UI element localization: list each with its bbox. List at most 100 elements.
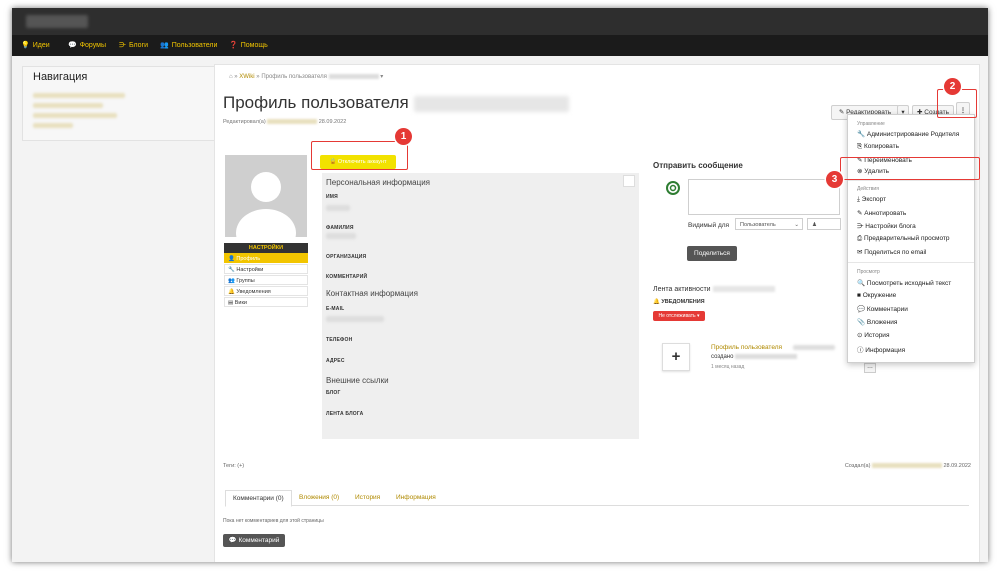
first-name-label: ИМЯ (326, 194, 338, 200)
menu-item-blog-settings[interactable]: ⋺ Настройки блога (857, 222, 916, 230)
user-silhouette-icon (225, 155, 307, 237)
annotation-badge-3: 3 (826, 171, 843, 188)
highlight-disable-account (311, 141, 408, 170)
user-name-blurred (413, 95, 569, 112)
menu-item-blogs[interactable]: ⋺ Блоги (119, 41, 148, 49)
user-avatar-icon (666, 181, 680, 195)
message-textarea[interactable] (688, 179, 840, 215)
nav-link[interactable] (33, 113, 117, 118)
add-icon[interactable]: + (662, 343, 690, 371)
menu-label: Форумы (79, 42, 107, 49)
home-icon[interactable]: ⌂ (229, 74, 233, 80)
notifications-label: 🔔 УВЕДОМЛЕНИЯ (653, 299, 705, 305)
menu-item-help[interactable]: ❓ Помощь (229, 41, 268, 49)
breadcrumb-page[interactable]: Профиль пользователя (261, 74, 327, 80)
creator-name[interactable] (871, 463, 942, 469)
menu-item-history[interactable]: ⊙ История (857, 331, 889, 339)
first-name-value (326, 205, 350, 211)
settings-item-profile[interactable]: 👤 Профиль (224, 253, 308, 263)
unwatch-button[interactable]: Не отслеживать ▾ (653, 311, 705, 321)
activity-user-blurred (712, 286, 775, 293)
edited-date: 28.09.2022 (318, 119, 347, 125)
settings-item-wiki[interactable]: ▤ Вики (224, 297, 308, 307)
highlight-delete-item (840, 157, 980, 180)
menu-label: Пользователи (171, 42, 218, 49)
menu-item-view-source[interactable]: 🔍 Посмотреть исходный текст (857, 279, 951, 287)
page-tabs: Комментарии (0) Вложения (0) История Инф… (225, 490, 969, 507)
nav-link[interactable] (33, 123, 73, 128)
settings-header: НАСТРОЙКИ (224, 243, 308, 253)
page-subtitle: Редактировал(а) 28.09.2022 (223, 119, 346, 125)
menu-label: Блоги (129, 42, 149, 49)
menu-item-attachments[interactable]: 📎 Вложения (857, 318, 897, 326)
menu-label: Помощь (240, 42, 268, 49)
settings-item-preferences[interactable]: 🔧 Настройки (224, 264, 308, 274)
users-icon: 👥 (160, 42, 169, 49)
menu-item-users[interactable]: 👥 Пользователи (160, 41, 217, 49)
settings-item-notifications[interactable]: 🔔 Уведомления (224, 286, 308, 296)
menu-section-actions: Действия (857, 186, 879, 192)
organization-label: ОРГАНИЗАЦИЯ (326, 254, 367, 260)
help-icon: ❓ (229, 42, 238, 49)
menu-item-forums[interactable]: 💬 Форумы (68, 41, 106, 49)
lightbulb-icon: 💡 (21, 42, 30, 49)
tab-information[interactable]: Информация (389, 490, 443, 505)
visibility-select[interactable]: Пользователь ⌄ (735, 218, 803, 230)
menu-divider (848, 180, 974, 181)
annotation-badge-1: 1 (395, 128, 412, 145)
last-name-value (326, 233, 356, 239)
menu-item-annotate[interactable]: ✎ Аннотировать (857, 209, 906, 217)
nav-link[interactable] (33, 93, 125, 98)
created-by-info: Создал(а) 28.09.2022 (845, 463, 971, 469)
tab-comments[interactable]: Комментарии (0) (225, 490, 292, 507)
menu-item-ideas[interactable]: 💡 Идеи (21, 41, 50, 49)
settings-item-groups[interactable]: 👥 Группы (224, 275, 308, 285)
tab-history[interactable]: История (348, 490, 387, 505)
activity-entry-time: 1 месяц назад (711, 364, 745, 370)
main-menu: 💡 Идеи 💬 Форумы ⋺ Блоги 👥 Пользователи ❓ Помо… (12, 35, 988, 56)
brand-logo[interactable] (26, 15, 88, 28)
blog-label: БЛОГ (326, 390, 341, 396)
breadcrumb-user[interactable] (328, 73, 379, 79)
send-message-title: Отправить сообщение (653, 161, 743, 170)
navigation-title: Навигация (33, 71, 88, 83)
avatar (225, 155, 307, 237)
menu-item-comments[interactable]: 💬 Комментарии (857, 305, 908, 313)
menu-item-admin-parent[interactable]: 🔧 Администрирование Родителя (857, 130, 959, 138)
annotation-badge-2: 2 (944, 78, 961, 95)
tab-attachments[interactable]: Вложения (0) (292, 490, 346, 505)
share-button[interactable]: Поделиться (687, 246, 737, 261)
no-comments-text: Пока нет комментариев для этой страницы (223, 518, 324, 524)
breadcrumb-space[interactable]: XWiki (239, 74, 254, 80)
menu-item-print-preview[interactable]: ⎙ Предварительный просмотр (857, 235, 950, 243)
activity-entry-page[interactable] (793, 345, 835, 350)
blog-feed-label: ЛЕНТА БЛОГА (326, 411, 364, 417)
created-by-label: Создал(а) (844, 463, 871, 469)
menu-section-view: Просмотр (857, 269, 880, 275)
menu-item-environment[interactable]: ■ Окружение (857, 292, 896, 299)
chat-icon: 💬 (68, 42, 77, 49)
edit-section-toggle[interactable] (623, 175, 635, 187)
activity-entry-author[interactable] (735, 354, 798, 359)
target-user-select[interactable]: ♟ (807, 218, 841, 230)
top-header (12, 8, 988, 35)
editor-name[interactable] (267, 119, 318, 125)
menu-item-copy[interactable]: ⎘ Копировать (857, 143, 899, 151)
email-value[interactable] (326, 316, 384, 322)
rss-icon: ⋺ (119, 42, 126, 49)
menu-item-information[interactable]: ⓘ Информация (857, 344, 905, 354)
created-date: 28.09.2022 (943, 463, 971, 469)
comment-label: КОММЕНТАРИЙ (326, 274, 368, 280)
tags-label[interactable]: Теги: (+) (223, 463, 244, 469)
profile-info-panel: Персональная информация ИМЯ ФАМИЛИЯ ОРГА… (322, 173, 639, 439)
add-comment-button[interactable]: 💬 Комментарий (223, 534, 285, 547)
nav-link[interactable] (33, 103, 103, 108)
address-label: АДРЕС (326, 358, 345, 364)
menu-item-export[interactable]: ⤓ Экспорт (857, 196, 886, 204)
phone-label: ТЕЛЕФОН (326, 337, 353, 343)
activity-more-toggle[interactable]: … (864, 363, 876, 373)
user-icon: ♟ (812, 222, 817, 228)
menu-item-share-email[interactable]: ✉ Поделиться по email (857, 248, 926, 256)
activity-entry-title[interactable]: Профиль пользователя (711, 344, 782, 351)
external-links-title: Внешние ссылки (326, 376, 389, 385)
